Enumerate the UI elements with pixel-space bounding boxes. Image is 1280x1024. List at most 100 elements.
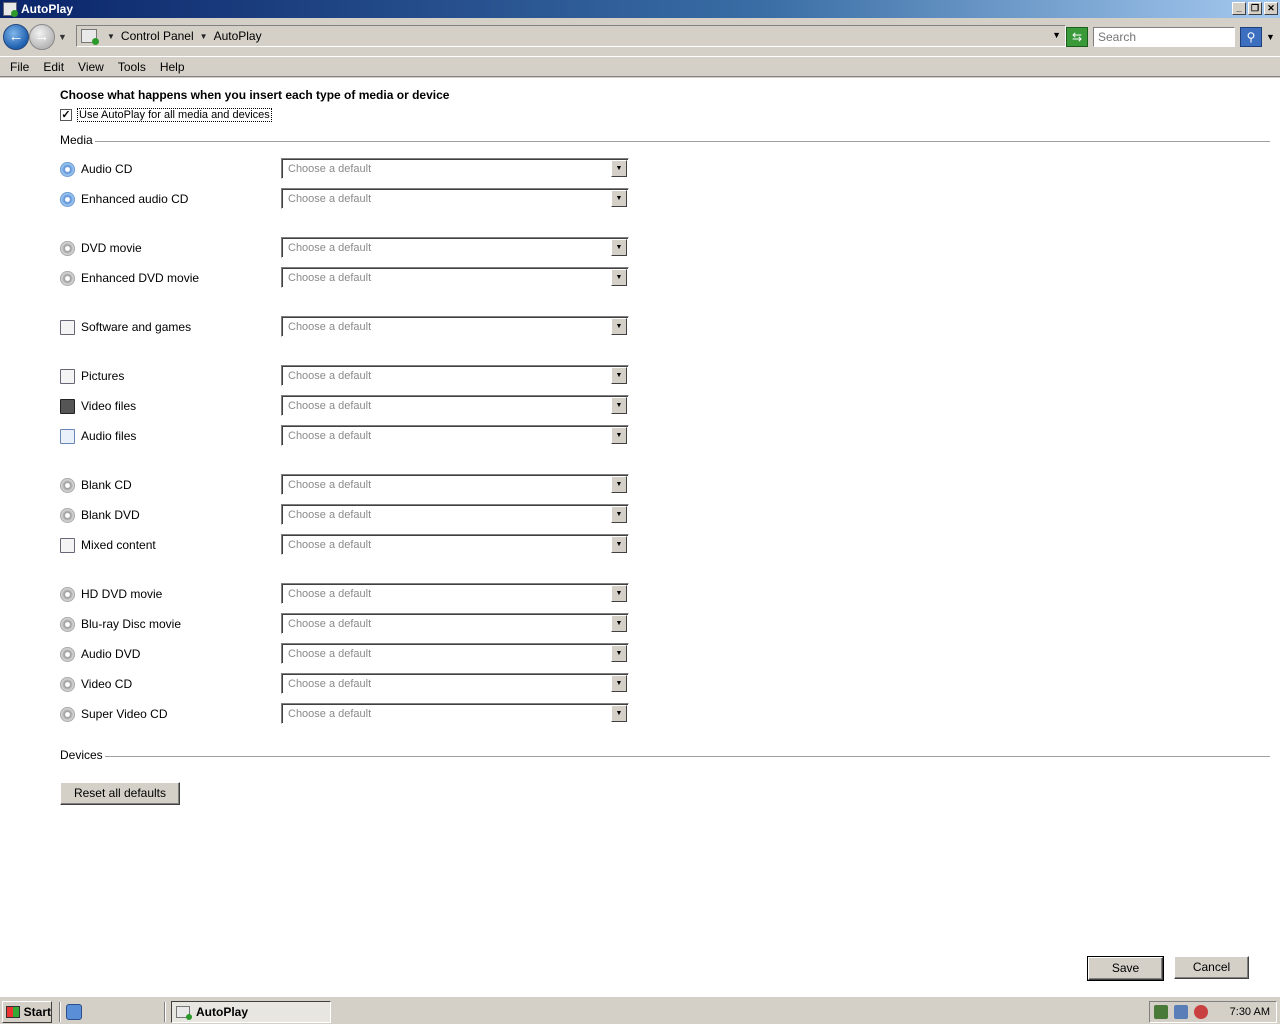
media-row: DVD movie Choose a default ▼: [60, 237, 630, 259]
page-heading: Choose what happens when you insert each…: [60, 88, 450, 102]
autoplay-settings-pane: Choose what happens when you insert each…: [0, 78, 1280, 996]
dropdown-arrow-icon[interactable]: ▼: [611, 367, 627, 384]
address-history-dropdown[interactable]: ▼: [1052, 30, 1061, 40]
search-options-dropdown[interactable]: ▼: [1266, 32, 1275, 42]
media-row: Pictures Choose a default ▼: [60, 365, 630, 387]
enhanced-dvd-icon: [60, 270, 75, 286]
taskbar-autoplay-label: AutoPlay: [196, 1005, 249, 1019]
restore-button[interactable]: ❐: [1248, 2, 1262, 15]
default-action-select[interactable]: Choose a default ▼: [281, 188, 629, 209]
dropdown-arrow-icon[interactable]: ▼: [611, 675, 627, 692]
use-autoplay-label[interactable]: Use AutoPlay for all media and devices: [77, 108, 272, 122]
default-action-select[interactable]: Choose a default ▼: [281, 583, 629, 604]
default-action-select[interactable]: Choose a default ▼: [281, 158, 629, 179]
default-action-select[interactable]: Choose a default ▼: [281, 643, 629, 664]
dropdown-arrow-icon[interactable]: ▼: [611, 239, 627, 256]
title-bar: AutoPlay _ ❐ ✕: [0, 0, 1280, 18]
dropdown-arrow-icon[interactable]: ▼: [611, 397, 627, 414]
media-label: Blank DVD: [81, 508, 140, 522]
select-value: Choose a default: [288, 508, 372, 521]
super-video-cd-icon: [60, 706, 75, 722]
default-action-select[interactable]: Choose a default ▼: [281, 395, 629, 416]
menu-tools[interactable]: Tools: [111, 60, 153, 74]
dropdown-arrow-icon[interactable]: ▼: [611, 585, 627, 602]
network-icon[interactable]: [1174, 1005, 1188, 1019]
dropdown-arrow-icon[interactable]: ▼: [611, 615, 627, 632]
media-row: Video files Choose a default ▼: [60, 395, 630, 417]
use-autoplay-checkbox[interactable]: ✓: [60, 109, 72, 121]
reset-all-defaults-button[interactable]: Reset all defaults: [60, 782, 180, 805]
security-shield-icon[interactable]: [1154, 1005, 1168, 1019]
breadcrumb-control-panel[interactable]: Control Panel: [121, 29, 194, 43]
audio-cd-icon: [60, 161, 75, 177]
back-button[interactable]: ←: [3, 24, 29, 50]
default-action-select[interactable]: Choose a default ▼: [281, 613, 629, 634]
breadcrumb-chevron-icon[interactable]: ▼: [107, 32, 115, 41]
media-row: Blank CD Choose a default ▼: [60, 474, 630, 496]
taskbar-autoplay-button[interactable]: AutoPlay: [171, 1001, 331, 1023]
search-button[interactable]: ⚲: [1240, 27, 1262, 47]
default-action-select[interactable]: Choose a default ▼: [281, 316, 629, 337]
dropdown-arrow-icon[interactable]: ▼: [611, 705, 627, 722]
pictures-icon: [60, 368, 75, 384]
default-action-select[interactable]: Choose a default ▼: [281, 474, 629, 495]
default-action-select[interactable]: Choose a default ▼: [281, 534, 629, 555]
default-action-select[interactable]: Choose a default ▼: [281, 703, 629, 724]
select-value: Choose a default: [288, 647, 372, 660]
forward-button[interactable]: →: [29, 24, 55, 50]
dropdown-arrow-icon[interactable]: ▼: [611, 318, 627, 335]
select-value: Choose a default: [288, 677, 372, 690]
audio-dvd-icon: [60, 646, 75, 662]
address-bar[interactable]: ▼ Control Panel ▼ AutoPlay ▼: [76, 25, 1066, 47]
media-row: Enhanced DVD movie Choose a default ▼: [60, 267, 630, 289]
breadcrumb-autoplay[interactable]: AutoPlay: [214, 29, 262, 43]
window-title: AutoPlay: [21, 2, 74, 16]
autoplay-task-icon: [176, 1006, 192, 1020]
menu-file[interactable]: File: [3, 60, 36, 74]
minimize-button[interactable]: _: [1232, 2, 1246, 15]
hd-dvd-icon: [60, 586, 75, 602]
use-autoplay-row[interactable]: ✓ Use AutoPlay for all media and devices: [60, 108, 272, 122]
dropdown-arrow-icon[interactable]: ▼: [611, 427, 627, 444]
cancel-button[interactable]: Cancel: [1174, 956, 1249, 979]
dropdown-arrow-icon[interactable]: ▼: [611, 190, 627, 207]
volume-muted-icon[interactable]: [1194, 1005, 1208, 1019]
media-label: HD DVD movie: [81, 587, 163, 601]
save-button[interactable]: Save: [1087, 956, 1164, 981]
default-action-select[interactable]: Choose a default ▼: [281, 267, 629, 288]
menu-help[interactable]: Help: [153, 60, 192, 74]
refresh-button[interactable]: ⇆: [1066, 27, 1088, 47]
select-value: Choose a default: [288, 617, 372, 630]
default-action-select[interactable]: Choose a default ▼: [281, 365, 629, 386]
clock[interactable]: 7:30 AM: [1230, 1006, 1270, 1018]
internet-explorer-icon[interactable]: [66, 1004, 82, 1020]
default-action-select[interactable]: Choose a default ▼: [281, 425, 629, 446]
start-button[interactable]: Start: [2, 1001, 52, 1023]
search-input[interactable]: [1093, 27, 1235, 47]
dropdown-arrow-icon[interactable]: ▼: [611, 269, 627, 286]
close-button[interactable]: ✕: [1264, 2, 1278, 15]
default-action-select[interactable]: Choose a default ▼: [281, 237, 629, 258]
dropdown-arrow-icon[interactable]: ▼: [611, 160, 627, 177]
media-label: Pictures: [81, 369, 125, 383]
system-tray: 7:30 AM: [1149, 1001, 1277, 1023]
dropdown-arrow-icon[interactable]: ▼: [611, 536, 627, 553]
menu-view[interactable]: View: [71, 60, 111, 74]
windows-logo-icon: [6, 1006, 20, 1018]
dropdown-arrow-icon[interactable]: ▼: [611, 645, 627, 662]
recent-pages-dropdown[interactable]: ▼: [58, 32, 67, 42]
window-controls: _ ❐ ✕: [1232, 2, 1278, 15]
select-value: Choose a default: [288, 192, 372, 205]
quicklaunch-separator: [59, 1002, 61, 1022]
tasks-separator: [164, 1002, 166, 1022]
default-action-select[interactable]: Choose a default ▼: [281, 504, 629, 525]
menu-edit[interactable]: Edit: [36, 60, 71, 74]
breadcrumb-chevron-icon[interactable]: ▼: [200, 32, 208, 41]
bluray-icon: [60, 616, 75, 632]
default-action-select[interactable]: Choose a default ▼: [281, 673, 629, 694]
video-files-icon: [60, 398, 75, 414]
dropdown-arrow-icon[interactable]: ▼: [611, 476, 627, 493]
dropdown-arrow-icon[interactable]: ▼: [611, 506, 627, 523]
enhanced-audio-cd-icon: [60, 191, 75, 207]
address-toolbar: ← → ▼ ▼ Control Panel ▼ AutoPlay ▼ ⇆ ⚲ ▼: [0, 18, 1280, 56]
